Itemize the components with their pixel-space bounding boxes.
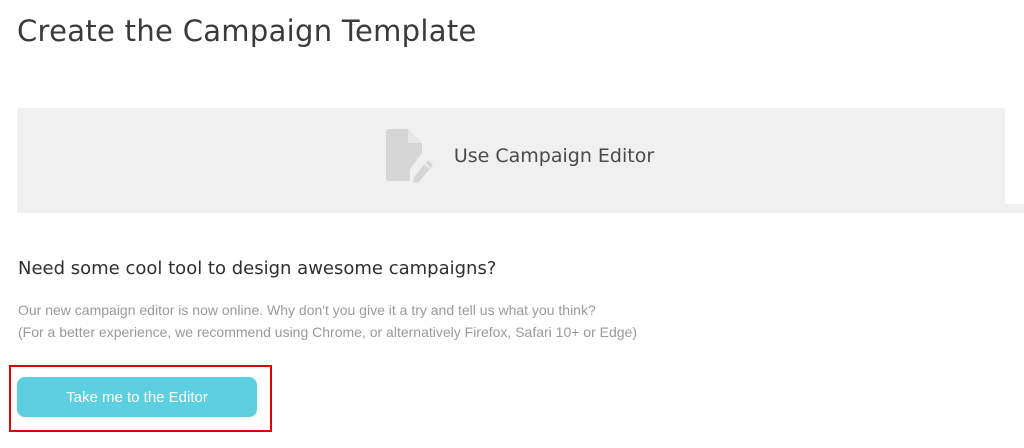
promo-heading: Need some cool tool to design awesome ca… [18,258,497,279]
editor-card-bottom-strip [17,204,1024,213]
promo-description: Our new campaign editor is now online. W… [18,302,596,318]
editor-card-content: Use Campaign Editor [384,129,654,183]
take-me-to-editor-button[interactable]: Take me to the Editor [17,377,257,417]
page-title: Create the Campaign Template [17,14,477,48]
editor-card-label: Use Campaign Editor [453,145,655,167]
use-campaign-editor-card[interactable]: Use Campaign Editor [17,108,1005,204]
browser-recommendation: (For a better experience, we recommend u… [18,324,638,340]
document-edit-icon [385,129,433,183]
